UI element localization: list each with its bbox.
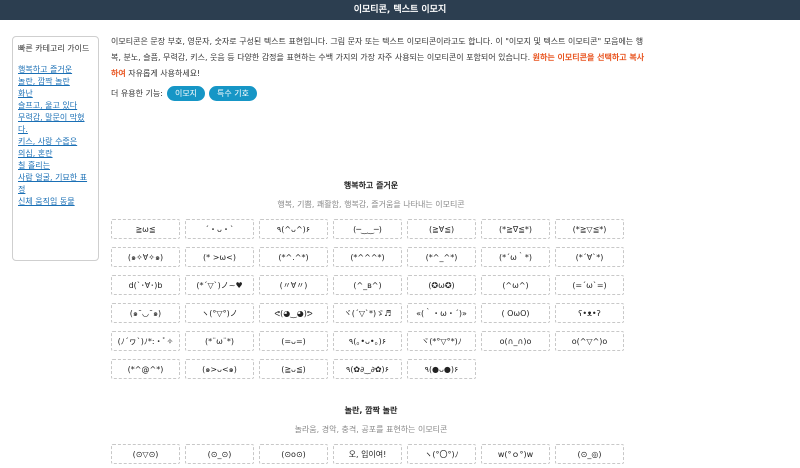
emoticon-cell[interactable]: (─‿‿─) (333, 219, 402, 239)
emoticon-cell[interactable]: o(∩_∩)o (481, 331, 550, 351)
emoticon-cell[interactable]: ( ՕωՕ) (481, 303, 550, 323)
emoticon-cell[interactable]: ≧ω≦ (111, 219, 180, 239)
emoticon-cell[interactable]: ٩(｡•ᴗ•｡)۶ (333, 331, 402, 351)
emoticon-cell[interactable]: (๑>ᴗ<๑) (185, 359, 254, 379)
sidebar-link-helpless[interactable]: 무력감, 말문이 막혔다. (18, 113, 85, 134)
emoticon-cell[interactable]: (*¨ω¨*) (185, 331, 254, 351)
emoticon-cell[interactable]: 오, 입이여! (333, 444, 402, 464)
sidebar-link-happy[interactable]: 행복하고 즐거운 (18, 65, 72, 74)
emoticon-cell[interactable]: ٩(●ᴗ●)۶ (407, 359, 476, 379)
emoticon-cell[interactable]: (^_ʙ^) (333, 275, 402, 295)
emoticon-cell[interactable]: (*^_^*) (407, 247, 476, 267)
emoticon-grid-surprised: (⊙▽⊙) (⊙_⊙) (⊙o⊙) 오, 입이여! ヽ(°〇°)ﾉ w(°ｏ°)w (⊙_◎… (111, 444, 631, 464)
emoticon-cell[interactable]: (* >ω<) (185, 247, 254, 267)
sidebar-link-sad[interactable]: 슬프고, 울고 있다 (18, 101, 77, 110)
section-happy-header: 행복하고 즐거운 행복, 기쁨, 쾌활함, 행복감, 즐거움을 나타내는 이모티… (111, 180, 631, 210)
sidebar-item: 의심, 혼란 (18, 148, 93, 160)
sidebar-link-faces[interactable]: 사람 얼굴, 기묘한 표정 (18, 173, 87, 194)
main-content: 이모티콘은 문장 부호, 영문자, 숫자로 구성된 텍스트 표현입니다. 그림 … (111, 34, 651, 101)
emoticon-cell[interactable]: (*´▽`)ノ~♥ (185, 275, 254, 295)
emoticon-cell[interactable]: ヾ(´▽`*)ゞ♬ (333, 303, 402, 323)
sidebar-link-angry[interactable]: 화난 (18, 89, 33, 98)
emoticon-cell[interactable]: ʕ•ᴥ•ʔ (555, 303, 624, 323)
emoticon-grid-happy: ≧ω≦ ´・ᴗ・` ٩(^ᴗ^)۶ (─‿‿─) (≧∀≦) (*≧∇≦*) (*≧▽≦*)… (111, 219, 631, 379)
section-title: 놀란, 깜짝 놀란 (344, 406, 398, 415)
emoticon-cell[interactable]: (*≧▽≦*) (555, 219, 624, 239)
sidebar-item: 키스, 사랑 수줍은 (18, 136, 93, 148)
emoticon-cell[interactable]: (*≧∇≦*) (481, 219, 550, 239)
emoticon-cell[interactable]: (๑¯◡¯๑) (111, 303, 180, 323)
sidebar-link-kiss[interactable]: 키스, 사랑 수줍은 (18, 137, 77, 146)
emoticon-cell[interactable]: w(°ｏ°)w (481, 444, 550, 464)
emoticon-cell[interactable]: ´・ᴗ・` (185, 219, 254, 239)
sidebar-item: 놀란, 깜짝 놀란 (18, 76, 93, 88)
emoticon-cell[interactable]: (⊙_⊙) (185, 444, 254, 464)
useful-tools: 더 유용한 기능: 이모지 특수 기호 (111, 86, 651, 101)
emoticon-cell[interactable]: (〃∀〃) (259, 275, 328, 295)
sidebar-link-body-animals[interactable]: 신체 움직임 동물 (18, 197, 75, 206)
emoticon-cell[interactable]: ヽ(°▽°)ノ (185, 303, 254, 323)
emoticon-cell[interactable]: ᕙ(◕‿◕)ᕗ (259, 303, 328, 323)
category-guide-sidebar: 빠른 카테고리 가이드 행복하고 즐거운 놀란, 깜짝 놀란 화난 슬프고, 울… (12, 36, 99, 261)
tools-label: 더 유용한 기능: (111, 89, 163, 98)
emoticon-cell[interactable]: (=ᴗ=) (259, 331, 328, 351)
emoticon-cell[interactable]: (✪ω✪) (407, 275, 476, 295)
emoticon-cell[interactable]: (๑✧∀✧๑) (111, 247, 180, 267)
section-surprised-header: 놀란, 깜짝 놀란 놀라움, 경악, 충격, 공포를 표현하는 이모티콘 (111, 405, 631, 435)
sidebar-item: 신체 움직임 동물 (18, 196, 93, 208)
sidebar-item: 칠 흘리는 (18, 160, 93, 172)
emoticon-cell[interactable]: (*´ω｀*) (481, 247, 550, 267)
sidebar-link-doubt[interactable]: 의심, 혼란 (18, 149, 53, 158)
emoticon-cell[interactable]: ٩(^ᴗ^)۶ (259, 219, 328, 239)
emoticon-cell[interactable]: (⊙_◎) (555, 444, 624, 464)
emoticon-cell[interactable]: o(^▽^)o (555, 331, 624, 351)
sidebar-item: 슬프고, 울고 있다 (18, 100, 93, 112)
sidebar-item: 사람 얼굴, 기묘한 표정 (18, 172, 93, 196)
emoticon-cell[interactable]: «(｀・ω・´)» (407, 303, 476, 323)
sidebar-title: 빠른 카테고리 가이드 (18, 44, 90, 53)
sidebar-item: 화난 (18, 88, 93, 100)
category-list: 행복하고 즐거운 놀란, 깜짝 놀란 화난 슬프고, 울고 있다 무력감, 말문… (18, 64, 93, 208)
special-symbols-button[interactable]: 특수 기호 (209, 86, 258, 101)
emoticon-cell[interactable]: (⊙▽⊙) (111, 444, 180, 464)
intro-tail: 자유롭게 사용하세요! (125, 69, 201, 78)
emoticon-cell[interactable]: (⊙o⊙) (259, 444, 328, 464)
emoticon-cell[interactable]: ヽ(°〇°)ﾉ (407, 444, 476, 464)
sidebar-link-surprised[interactable]: 놀란, 깜짝 놀란 (18, 77, 70, 86)
emoticon-cell[interactable]: (≧∀≦) (407, 219, 476, 239)
sidebar-link-drool[interactable]: 칠 흘리는 (18, 161, 50, 170)
emoticon-cell[interactable]: ヾ(*°▽°*)ﾉ (407, 331, 476, 351)
sidebar-item: 행복하고 즐거운 (18, 64, 93, 76)
emoji-button[interactable]: 이모지 (166, 86, 206, 101)
intro-paragraph: 이모티콘은 문장 부호, 영문자, 숫자로 구성된 텍스트 표현입니다. 그림 … (111, 34, 651, 82)
emoticon-cell[interactable]: (*^^^*) (333, 247, 402, 267)
page-header: 이모티콘, 텍스트 이모지 (0, 0, 800, 20)
emoticon-cell[interactable]: d(`･∀･)b (111, 275, 180, 295)
emoticon-cell[interactable]: (^ω^) (481, 275, 550, 295)
emoticon-cell[interactable]: (*^@^*) (111, 359, 180, 379)
section-subtitle: 놀라움, 경악, 충격, 공포를 표현하는 이모티콘 (294, 425, 448, 434)
emoticon-cell[interactable]: (*^.^*) (259, 247, 328, 267)
emoticon-cell[interactable]: (*´∀`*) (555, 247, 624, 267)
emoticon-cell[interactable]: (≧ᴗ≦) (259, 359, 328, 379)
emoticon-cell[interactable]: (ﾉ´ヮ`)ﾉ*:・ﾟ✧ (111, 331, 180, 351)
emoticon-cell[interactable]: (=´ω`=) (555, 275, 624, 295)
section-subtitle: 행복, 기쁨, 쾌활함, 행복감, 즐거움을 나타내는 이모티콘 (277, 200, 465, 209)
section-title: 행복하고 즐거운 (343, 181, 399, 190)
emoticon-cell[interactable]: ٩(✿∂‿∂✿)۶ (333, 359, 402, 379)
sidebar-item: 무력감, 말문이 막혔다. (18, 112, 93, 136)
